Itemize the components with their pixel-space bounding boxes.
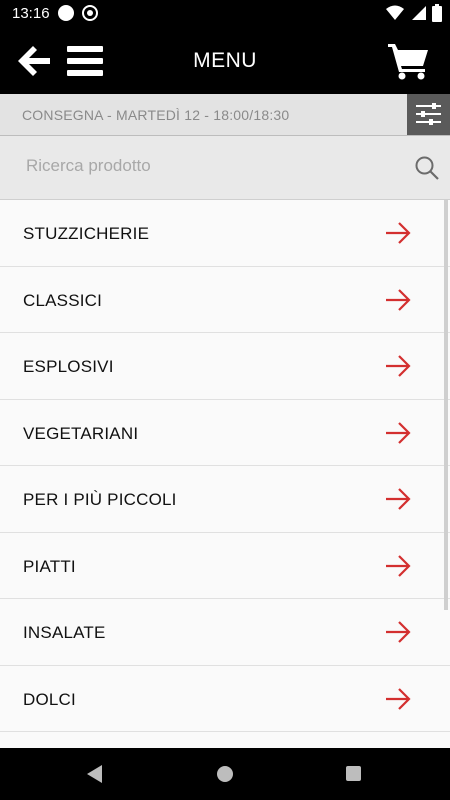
category-item-insalate[interactable]: INSALATE bbox=[0, 599, 450, 666]
category-list[interactable]: STUZZICHERIE CLASSICI ESPLOSIVI VEGETARI… bbox=[0, 200, 450, 748]
status-system-icons bbox=[386, 4, 442, 22]
status-notifications bbox=[58, 5, 98, 21]
category-label: DOLCI bbox=[23, 689, 76, 709]
arrow-right-icon bbox=[386, 488, 411, 510]
data-saver-icon bbox=[82, 5, 98, 21]
notification-dot-icon bbox=[58, 5, 74, 21]
wifi-icon bbox=[386, 5, 404, 20]
system-nav-bar bbox=[0, 748, 450, 800]
status-bar: 13:16 bbox=[0, 0, 450, 28]
category-item-esplosivi[interactable]: ESPLOSIVI bbox=[0, 333, 450, 400]
category-item-vegetariani[interactable]: VEGETARIANI bbox=[0, 399, 450, 466]
app-header: MENU bbox=[0, 28, 450, 94]
category-item-classici[interactable]: CLASSICI bbox=[0, 266, 450, 333]
sliders-icon bbox=[416, 103, 441, 125]
arrow-right-icon bbox=[386, 355, 411, 377]
category-item-stuzzicherie[interactable]: STUZZICHERIE bbox=[0, 200, 450, 267]
page-title: MENU bbox=[193, 49, 257, 72]
status-time: 13:16 bbox=[12, 5, 50, 22]
arrow-right-icon bbox=[386, 687, 411, 710]
category-item-piatti[interactable]: PIATTI bbox=[0, 532, 450, 599]
filter-button[interactable] bbox=[407, 94, 450, 135]
category-label: STUZZICHERIE bbox=[23, 224, 150, 243]
arrow-right-icon bbox=[386, 222, 411, 244]
category-label: INSALATE bbox=[23, 623, 106, 642]
signal-icon bbox=[412, 6, 426, 20]
cart-icon bbox=[388, 44, 428, 80]
battery-icon bbox=[432, 4, 442, 22]
nav-home-icon[interactable] bbox=[217, 766, 233, 782]
nav-back-icon[interactable] bbox=[86, 764, 104, 784]
delivery-info-bar[interactable]: CONSEGNA - MARTEDÌ 12 - 18:00/18:30 bbox=[0, 94, 450, 136]
nav-recents-icon[interactable] bbox=[346, 766, 361, 781]
category-label: VEGETARIANI bbox=[23, 423, 139, 443]
delivery-slot-text: CONSEGNA - MARTEDÌ 12 - 18:00/18:30 bbox=[22, 107, 290, 123]
search-input[interactable] bbox=[26, 156, 386, 176]
cart-button[interactable] bbox=[388, 42, 430, 80]
arrow-right-icon bbox=[386, 288, 411, 311]
category-label: ESPLOSIVI bbox=[23, 357, 114, 376]
category-item-dolci[interactable]: DOLCI bbox=[0, 665, 450, 732]
search-icon bbox=[415, 156, 439, 180]
arrow-right-icon bbox=[386, 421, 411, 444]
category-item-per-i-piu-piccoli[interactable]: PER I PIÙ PICCOLI bbox=[0, 466, 450, 533]
search-bar bbox=[0, 136, 450, 200]
arrow-right-icon bbox=[386, 621, 411, 643]
list-scrollbar[interactable] bbox=[444, 200, 448, 610]
search-button[interactable] bbox=[414, 155, 440, 181]
category-label: PIATTI bbox=[23, 556, 76, 576]
category-label: PER I PIÙ PICCOLI bbox=[23, 490, 177, 509]
arrow-right-icon bbox=[386, 554, 411, 577]
category-label: CLASSICI bbox=[23, 290, 103, 310]
